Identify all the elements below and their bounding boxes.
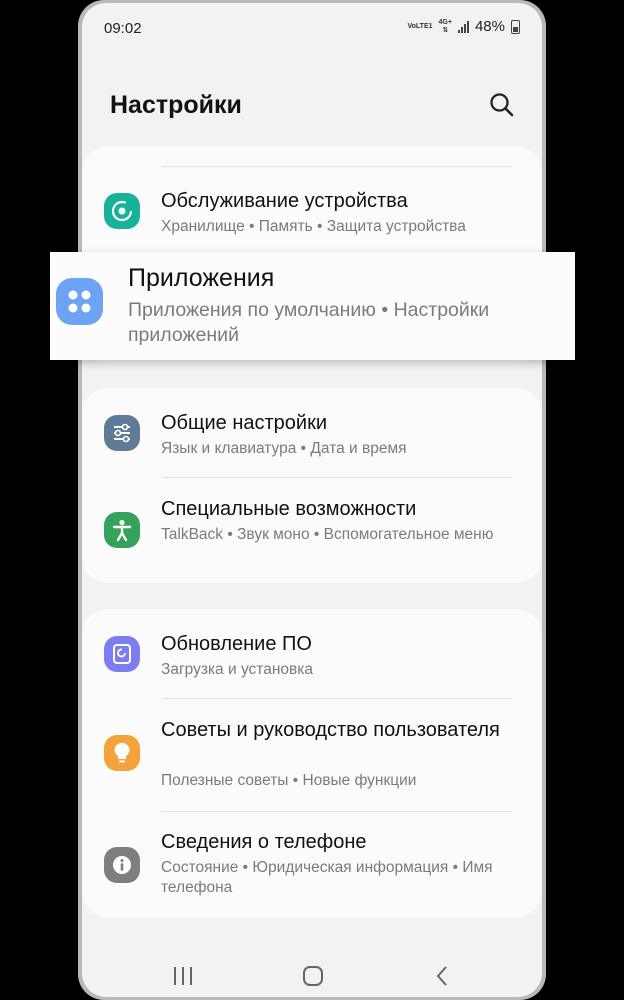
list-item-tips[interactable]: Советы и руководство пользователя Полезн… (82, 707, 542, 811)
battery-icon (511, 19, 520, 34)
settings-group-3: Обновление ПО Загрузка и установка Совет… (82, 609, 542, 917)
item-subtitle: Загрузка и установка (161, 661, 313, 678)
list-item-software-update[interactable]: Обновление ПО Загрузка и установка (82, 619, 542, 697)
item-title: Обслуживание устройства (161, 190, 408, 212)
item-subtitle: Полезные советы • Новые функции (161, 772, 417, 789)
apps-grid-icon (56, 278, 103, 325)
home-icon[interactable] (301, 964, 325, 993)
status-icons: VoLTE1 4G+ ⇅ 48% (407, 18, 520, 35)
item-subtitle: TalkBack • Звук моно • Вспомогательное м… (161, 526, 494, 543)
signal-icon (457, 20, 469, 33)
info-icon (104, 847, 140, 883)
item-subtitle: Хранилище • Память • Защита устройства (161, 218, 466, 235)
accessibility-icon (104, 512, 140, 548)
status-time: 09:02 (104, 20, 142, 37)
item-title: Советы и руководство пользователя (161, 719, 500, 741)
apps-subtitle: Приложения по умолчанию • Настройки прил… (128, 299, 490, 346)
item-title: Специальные возможности (161, 498, 417, 520)
search-icon[interactable] (488, 91, 516, 119)
list-item-about-phone[interactable]: Сведения о телефоне Состояние • Юридичес… (82, 819, 542, 911)
back-icon[interactable] (434, 964, 450, 993)
item-title: Обновление ПО (161, 633, 312, 655)
divider (161, 166, 512, 167)
recents-icon[interactable] (172, 964, 194, 993)
lightbulb-icon (104, 735, 140, 771)
list-item-general-settings[interactable]: Общие настройки Язык и клавиатура • Дата… (82, 398, 542, 476)
divider (161, 811, 512, 812)
apps-highlight-callout[interactable]: Приложения Приложения по умолчанию • Нас… (50, 252, 575, 360)
item-title: Сведения о телефоне (161, 831, 367, 853)
software-update-icon (104, 636, 140, 672)
item-subtitle: Состояние • Юридическая информация • Имя… (161, 859, 493, 896)
apps-title: Приложения (128, 264, 275, 292)
navigation-bar (82, 958, 542, 997)
device-care-icon (104, 193, 140, 229)
page-title: Настройки (110, 91, 242, 119)
divider (161, 477, 512, 478)
item-title: Общие настройки (161, 412, 327, 434)
list-item-device-care[interactable]: Обслуживание устройства Хранилище • Памя… (82, 176, 542, 246)
battery-percent: 48% (474, 18, 505, 35)
network-type-icon: 4G+ ⇅ (438, 18, 452, 34)
settings-group-2: Общие настройки Язык и клавиатура • Дата… (82, 388, 542, 583)
item-subtitle: Язык и клавиатура • Дата и время (161, 440, 407, 457)
volte-icon: VoLTE1 (407, 22, 433, 30)
status-bar: 09:02 VoLTE1 4G+ ⇅ 48% (82, 3, 542, 51)
list-item-accessibility[interactable]: Специальные возможности TalkBack • Звук … (82, 486, 542, 576)
screen: 09:02 VoLTE1 4G+ ⇅ 48% Настройки Обслужи… (82, 3, 542, 997)
sliders-icon (104, 415, 140, 451)
divider (161, 698, 512, 699)
